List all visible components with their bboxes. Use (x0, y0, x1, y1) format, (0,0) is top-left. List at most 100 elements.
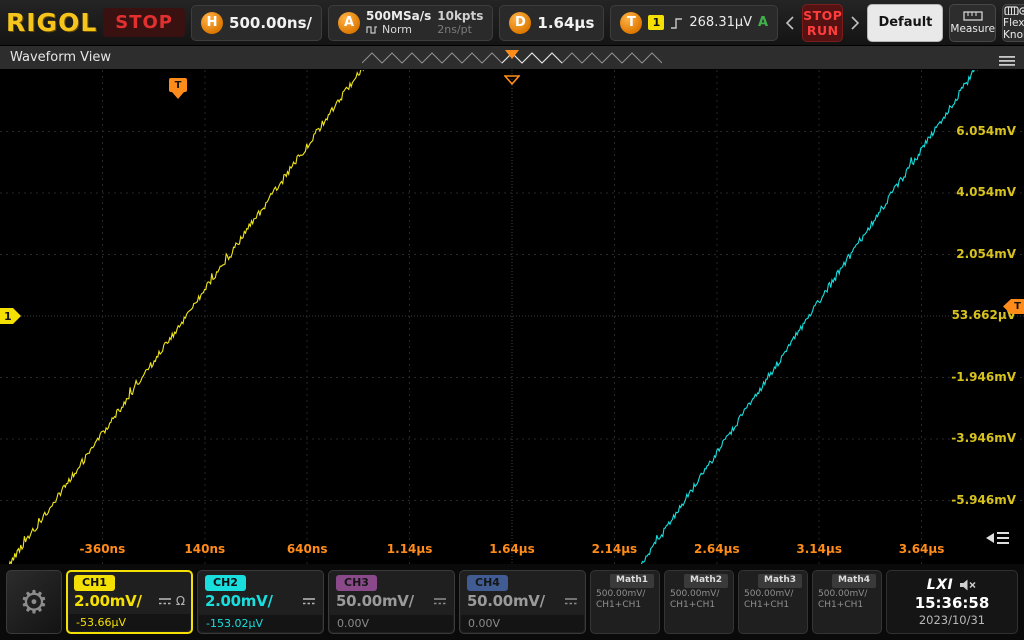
flex-knob-button-label: Flex Knob (1003, 17, 1024, 41)
acquire-mode-value: Norm (382, 23, 412, 36)
math1-expression: CH1+CH1 (596, 600, 654, 610)
ch2-icons (302, 597, 316, 606)
record-overview-strip[interactable] (362, 50, 662, 66)
gear-icon: ⚙ (20, 583, 49, 621)
math2-scale: 500.00mV/ (670, 589, 728, 599)
acquire-mode-row: Norm (366, 23, 431, 36)
ch1-trace (4, 70, 368, 564)
stop-run-button[interactable]: STOP RUN (802, 4, 843, 42)
trigger-group[interactable]: T 1 268.31µV A (610, 5, 778, 41)
square-wave-icon (366, 25, 378, 35)
ch2-scale: 2.00mV/ (205, 592, 273, 610)
rigol-logo: RIGOL (6, 8, 97, 37)
clock-time: 15:36:58 (915, 594, 990, 612)
channel-box-ch2[interactable]: CH2 2.00mV/ -153.02µV (197, 570, 324, 634)
math3-pill: Math3 (758, 574, 802, 588)
sample-rate-column: 500MSa/s Norm (366, 9, 431, 37)
math4-box[interactable]: Math4 500.00mV/ CH1+CH1 (812, 570, 882, 634)
collapse-menu-icon[interactable] (986, 528, 1010, 552)
run-state-badge: STOP (103, 8, 185, 37)
delay-center-marker[interactable] (504, 70, 520, 89)
trigger-status: A (758, 15, 768, 30)
horizontal-timebase-group[interactable]: H 500.00ns/ (191, 5, 322, 41)
math4-pill: Math4 (832, 574, 876, 588)
stop-run-line2: RUN (807, 23, 839, 38)
rising-edge-icon (670, 16, 683, 30)
default-button-label: Default (878, 15, 932, 30)
toolbar-scroll-left-icon[interactable] (784, 16, 796, 30)
graticule-area[interactable]: -360ns140ns640ns1.14µs1.64µs2.14µs2.64µs… (0, 70, 1024, 564)
ch3-offset: 0.00V (330, 615, 453, 632)
settings-gear-button[interactable]: ⚙ (6, 570, 62, 634)
math1-scale: 500.00mV/ (596, 589, 654, 599)
math2-expression: CH1+CH1 (670, 600, 728, 610)
math1-box[interactable]: Math1 500.00mV/ CH1+CH1 (590, 570, 660, 634)
ch1-icons: Ω (158, 595, 185, 607)
impedance-icon: Ω (176, 595, 185, 607)
delay-knob-icon: D (509, 12, 531, 34)
toolbar-scroll-right-icon[interactable] (849, 16, 861, 30)
stop-run-line1: STOP (803, 8, 842, 23)
default-button[interactable]: Default (867, 4, 943, 42)
sample-rate-value: 500MSa/s (366, 9, 431, 23)
oscilloscope-screen: RIGOL STOP H 500.00ns/ A 500MSa/s Norm 1… (0, 0, 1024, 640)
trigger-level-label: T (1014, 301, 1021, 312)
trigger-knob-icon: T (620, 12, 642, 34)
flex-knob-button[interactable]: Flex Knob (1002, 4, 1024, 42)
dc-coupling-icon (433, 597, 447, 606)
ch4-scale: 50.00mV/ (467, 592, 545, 610)
channel-box-ch1[interactable]: CH1 2.00mV/ Ω -53.66µV (66, 570, 193, 634)
math2-pill: Math2 (684, 574, 728, 588)
ch4-offset: 0.00V (461, 615, 584, 632)
delay-value: 1.64µs (537, 14, 594, 32)
ch1-pill: CH1 (74, 575, 115, 591)
top-status-bar: RIGOL STOP H 500.00ns/ A 500MSa/s Norm 1… (0, 0, 1024, 46)
lxi-logo: LXI (927, 577, 953, 593)
math3-expression: CH1+CH1 (744, 600, 802, 610)
math1-pill: Math1 (610, 574, 654, 588)
speaker-muted-icon (960, 579, 977, 591)
channel1-marker-label: 1 (4, 310, 12, 323)
dc-coupling-icon (302, 597, 316, 606)
trigger-position-label: T (175, 80, 182, 91)
sample-resolution-value: 2ns/pt (437, 23, 483, 36)
menu-icon[interactable] (999, 52, 1015, 71)
waveform-view-bar: Waveform View (0, 46, 1024, 70)
trigger-position-marker[interactable]: T (169, 78, 187, 92)
channel-box-ch4[interactable]: CH4 50.00mV/ 0.00V (459, 570, 586, 634)
math2-box[interactable]: Math2 500.00mV/ CH1+CH1 (664, 570, 734, 634)
waveform-display (0, 70, 1024, 564)
ch1-scale: 2.00mV/ (74, 592, 142, 610)
dc-coupling-icon (564, 597, 578, 606)
ch3-scale: 50.00mV/ (336, 592, 414, 610)
measure-button[interactable]: Measure (949, 4, 996, 42)
ch1-offset: -53.66µV (69, 614, 190, 631)
memory-depth-column: 10kpts 2ns/pt (437, 9, 483, 37)
waveform-view-title: Waveform View (0, 50, 111, 65)
math4-scale: 500.00mV/ (818, 589, 876, 599)
knob-icon (1004, 5, 1024, 15)
system-status-box[interactable]: LXI 15:36:58 2023/10/31 (886, 570, 1018, 634)
math4-expression: CH1+CH1 (818, 600, 876, 610)
math3-scale: 500.00mV/ (744, 589, 802, 599)
bottom-status-bar: ⚙ CH1 2.00mV/ Ω -53.66µV CH2 2.00mV/ -15… (0, 564, 1024, 640)
ch4-pill: CH4 (467, 575, 508, 591)
timebase-value: 500.00ns/ (229, 14, 312, 32)
ch2-trace (634, 70, 982, 564)
measure-button-label: Measure (950, 23, 995, 35)
trigger-source-badge: 1 (648, 15, 664, 30)
channel-box-ch3[interactable]: CH3 50.00mV/ 0.00V (328, 570, 455, 634)
acquire-knob-icon: A (338, 12, 360, 34)
delay-group[interactable]: D 1.64µs (499, 5, 604, 41)
horizontal-knob-icon: H (201, 12, 223, 34)
ch4-icons (564, 597, 578, 606)
ruler-icon (963, 11, 983, 21)
lxi-row: LXI (927, 577, 977, 593)
ch3-icons (433, 597, 447, 606)
math3-box[interactable]: Math3 500.00mV/ CH1+CH1 (738, 570, 808, 634)
clock-date: 2023/10/31 (919, 613, 985, 627)
ch2-pill: CH2 (205, 575, 246, 591)
trigger-level-value: 268.31µV (689, 15, 752, 30)
acquisition-group[interactable]: A 500MSa/s Norm 10kpts 2ns/pt (328, 5, 493, 41)
dc-coupling-icon (158, 597, 172, 606)
